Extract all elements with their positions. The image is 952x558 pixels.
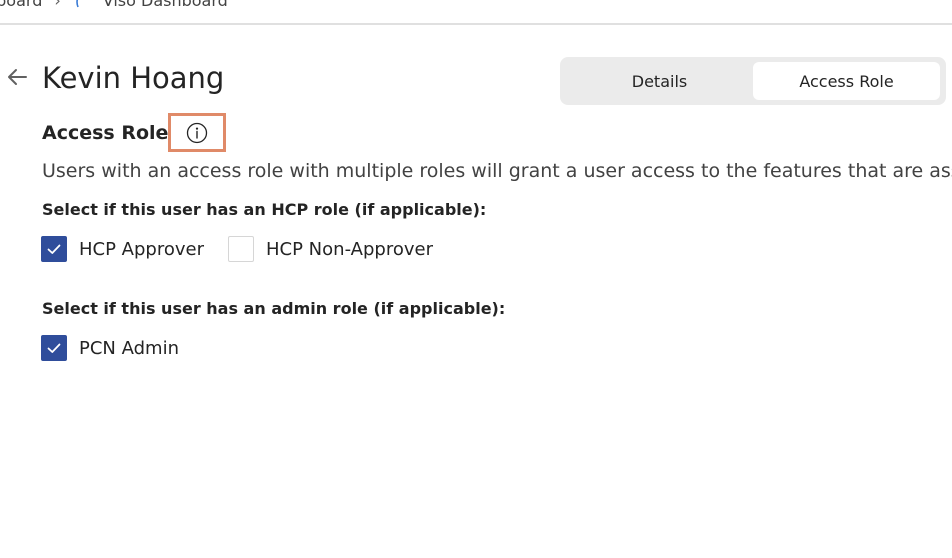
hcp-non-approver-option[interactable]: HCP Non-Approver [228,236,433,262]
viso-logo-icon [73,0,87,9]
breadcrumb-separator: › [54,0,61,10]
breadcrumb-item-dashboard[interactable]: nboard [0,0,42,10]
pcn-admin-option[interactable]: PCN Admin [41,335,179,361]
checkmark-icon [47,244,61,254]
admin-role-label: Select if this user has an admin role (i… [42,299,506,318]
header-divider [0,23,952,25]
pcn-admin-label: PCN Admin [79,337,179,359]
hcp-approver-checkbox[interactable] [41,236,67,262]
tab-access-role[interactable]: Access Role [753,62,940,100]
checkmark-icon [47,343,61,353]
hcp-role-options: HCP Approver HCP Non-Approver [41,235,457,263]
hcp-non-approver-checkbox[interactable] [228,236,254,262]
breadcrumb: nboard › Viso Dashboard [0,0,228,12]
admin-role-options: PCN Admin [41,334,203,362]
pcn-admin-checkbox[interactable] [41,335,67,361]
tab-switcher: Details Access Role [560,57,946,105]
info-circle-icon[interactable] [186,122,208,144]
back-button[interactable] [4,64,30,90]
section-description: Users with an access role with multiple … [42,160,952,182]
section-title: Access Role [42,122,169,144]
tab-details[interactable]: Details [566,62,753,100]
hcp-approver-option[interactable]: HCP Approver [41,236,204,262]
arrow-left-icon [5,65,29,89]
hcp-non-approver-label: HCP Non-Approver [266,238,433,260]
section-header: Access Role [42,118,208,148]
hcp-approver-label: HCP Approver [79,238,204,260]
breadcrumb-item-viso-dashboard[interactable]: Viso Dashboard [103,0,228,10]
page-title: Kevin Hoang [42,61,225,95]
hcp-role-label: Select if this user has an HCP role (if … [42,200,487,219]
